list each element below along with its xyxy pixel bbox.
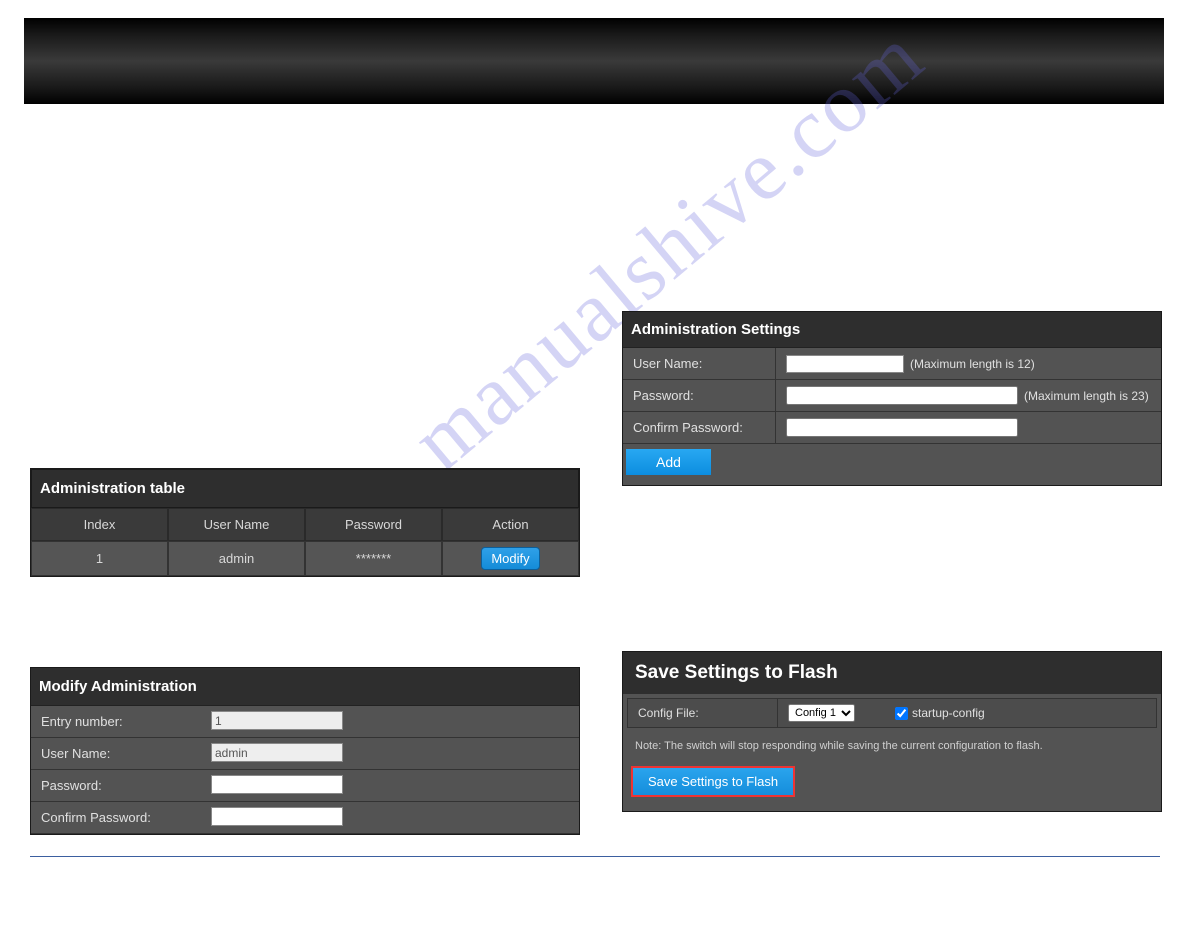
confirm-password-label: Confirm Password: (31, 802, 201, 833)
modify-button[interactable]: Modify (481, 547, 539, 570)
col-action: Action (442, 508, 579, 541)
settings-password-input[interactable] (786, 386, 1018, 405)
username-input[interactable] (211, 743, 343, 762)
config-file-label: Config File: (628, 699, 778, 727)
confirm-password-input[interactable] (211, 807, 343, 826)
password-label: Password: (31, 770, 201, 801)
settings-username-input[interactable] (786, 355, 904, 373)
startup-config-checkbox[interactable] (895, 707, 908, 720)
cell-password: ******* (305, 541, 442, 576)
administration-settings-panel: Administration Settings User Name: (Maxi… (622, 311, 1162, 486)
settings-password-label: Password: (623, 380, 776, 411)
password-hint: (Maximum length is 23) (1024, 389, 1149, 403)
administration-table: Administration table Index User Name Pas… (30, 468, 580, 577)
username-label: User Name: (31, 738, 201, 769)
password-input[interactable] (211, 775, 343, 794)
settings-username-label: User Name: (623, 348, 776, 379)
save-settings-panel: Save Settings to Flash Config File: Conf… (622, 651, 1162, 812)
modify-administration-panel: Modify Administration Entry number: User… (30, 667, 580, 835)
startup-config-label: startup-config (912, 706, 985, 720)
config-file-select[interactable]: Config 1 (788, 704, 855, 722)
admin-table-header-row: Index User Name Password Action (31, 508, 579, 541)
add-button[interactable]: Add (626, 449, 711, 475)
entry-number-label: Entry number: (31, 706, 201, 737)
admin-table-title: Administration table (31, 469, 579, 508)
cell-user: admin (168, 541, 305, 576)
col-password: Password (305, 508, 442, 541)
modify-title: Modify Administration (31, 668, 579, 706)
entry-number-input[interactable] (211, 711, 343, 730)
header-banner (24, 18, 1164, 104)
cell-action: Modify (442, 541, 579, 576)
col-index: Index (31, 508, 168, 541)
cell-index: 1 (31, 541, 168, 576)
settings-title: Administration Settings (623, 312, 1161, 348)
settings-confirm-input[interactable] (786, 418, 1018, 437)
bottom-divider (30, 856, 1160, 857)
username-hint: (Maximum length is 12) (910, 357, 1035, 371)
col-username: User Name (168, 508, 305, 541)
save-note: Note: The switch will stop responding wh… (623, 732, 1161, 756)
settings-confirm-label: Confirm Password: (623, 412, 776, 443)
table-row: 1 admin ******* Modify (31, 541, 579, 576)
save-title: Save Settings to Flash (623, 652, 1161, 694)
save-settings-button[interactable]: Save Settings to Flash (631, 766, 795, 797)
